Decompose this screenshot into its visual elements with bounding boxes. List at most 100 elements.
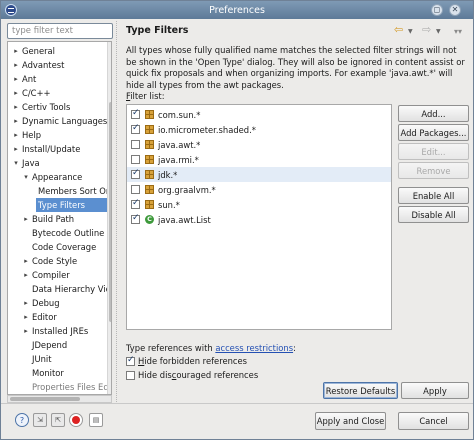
enable-all-button[interactable]: Enable All bbox=[398, 187, 469, 204]
access-restrictions-line: Type references with access restrictions… bbox=[126, 343, 296, 353]
filter-row[interactable]: io.micrometer.shaded.* bbox=[127, 122, 391, 137]
hide-forbidden-option[interactable]: Hide forbidden references bbox=[126, 355, 247, 366]
view-menu-icon[interactable]: ▾▾ bbox=[454, 26, 462, 38]
filter-input[interactable] bbox=[7, 23, 113, 39]
scrollbar-thumb[interactable] bbox=[10, 397, 80, 401]
tree-item-properties-files-editor[interactable]: Properties Files Editor bbox=[32, 380, 111, 394]
tree-item-monitor[interactable]: Monitor bbox=[32, 366, 111, 380]
add-button[interactable]: Add... bbox=[398, 105, 469, 122]
eclipse-icon bbox=[5, 4, 17, 16]
expand-arrow-icon[interactable]: ▸ bbox=[12, 75, 20, 83]
tree-item-help[interactable]: ▸ Help bbox=[12, 128, 111, 142]
filter-row[interactable]: java.rmi.* bbox=[127, 152, 391, 167]
forward-arrow-icon[interactable]: ⇨ bbox=[422, 24, 431, 36]
hide-discouraged-option[interactable]: Hide dis c ouraged references bbox=[126, 370, 258, 380]
maximize-icon[interactable]: ◻ bbox=[431, 4, 443, 16]
access-restrictions-link[interactable]: access restrictions bbox=[215, 343, 293, 353]
scrollbar-thumb[interactable] bbox=[109, 102, 111, 322]
filter-checkbox[interactable] bbox=[131, 185, 140, 194]
tree-item-members-sort-order[interactable]: Members Sort Order bbox=[38, 184, 111, 198]
filter-row[interactable]: org.graalvm.* bbox=[127, 182, 391, 197]
back-arrow-icon[interactable]: ⇦ bbox=[394, 24, 403, 36]
apply-and-close-button[interactable]: Apply and Close bbox=[315, 412, 386, 430]
tree-item-jdepend[interactable]: JDepend bbox=[32, 338, 111, 352]
export-icon[interactable]: ⇱ bbox=[51, 413, 65, 427]
restore-defaults-button[interactable]: Restore Defaults bbox=[323, 382, 398, 399]
add-packages-button[interactable]: Add Packages... bbox=[398, 124, 469, 141]
package-icon bbox=[145, 155, 154, 164]
filter-name: com.sun.* bbox=[158, 109, 201, 120]
expand-arrow-icon[interactable]: ▸ bbox=[12, 117, 20, 125]
filter-checkbox[interactable] bbox=[131, 108, 140, 119]
tree-item-cpp[interactable]: ▸ C/C++ bbox=[12, 86, 111, 100]
help-icon[interactable]: ? bbox=[15, 413, 29, 427]
import-icon[interactable]: ⇲ bbox=[33, 413, 47, 427]
tree-item-code-coverage[interactable]: Code Coverage bbox=[32, 240, 111, 254]
filter-row[interactable]: com.sun.* bbox=[127, 107, 391, 122]
filter-row[interactable]: java.awt.* bbox=[127, 137, 391, 152]
expand-arrow-icon[interactable]: ▸ bbox=[22, 313, 30, 321]
panel-sash[interactable] bbox=[116, 21, 119, 404]
tree-item-data-hierarchy-view[interactable]: Data Hierarchy View bbox=[32, 282, 111, 296]
tree-item-appearance[interactable]: ▾ Appearance bbox=[22, 170, 111, 184]
filter-checkbox[interactable] bbox=[131, 198, 140, 209]
apply-button[interactable]: Apply bbox=[401, 382, 469, 399]
expand-arrow-icon[interactable]: ▸ bbox=[12, 103, 20, 111]
tree-item-code-style[interactable]: ▸ Code Style bbox=[22, 254, 111, 268]
tree-item-ant[interactable]: ▸ Ant bbox=[12, 72, 111, 86]
tree-vertical-scrollbar[interactable] bbox=[107, 42, 111, 394]
expand-arrow-icon[interactable]: ▸ bbox=[22, 215, 30, 223]
tree-item-junit[interactable]: JUnit bbox=[32, 352, 111, 366]
edit-button[interactable]: Edit... bbox=[398, 143, 469, 160]
tree-item-type-filters[interactable]: Type Filters bbox=[36, 198, 111, 212]
tree-horizontal-scrollbar[interactable] bbox=[7, 395, 112, 403]
filter-row[interactable]: sun.* bbox=[127, 197, 391, 212]
back-dropdown-icon[interactable]: ▼ bbox=[408, 28, 413, 35]
expand-arrow-icon[interactable]: ▸ bbox=[12, 89, 20, 97]
filter-checkbox[interactable] bbox=[131, 168, 140, 179]
expand-arrow-icon[interactable]: ▸ bbox=[22, 257, 30, 265]
tree-item-advantest[interactable]: ▸ Advantest bbox=[12, 58, 111, 72]
expand-arrow-icon[interactable]: ▸ bbox=[22, 299, 30, 307]
tree-item-label: Java bbox=[22, 158, 40, 168]
forward-dropdown-icon[interactable]: ▼ bbox=[436, 28, 441, 35]
filter-checkbox[interactable] bbox=[131, 155, 140, 164]
expand-arrow-icon[interactable]: ▸ bbox=[12, 61, 20, 69]
package-icon bbox=[145, 200, 154, 209]
expand-arrow-icon[interactable]: ▸ bbox=[12, 47, 20, 55]
tree-item-java[interactable]: ▾ Java bbox=[12, 156, 111, 170]
tree-item-installed-jres[interactable]: ▸ Installed JREs bbox=[22, 324, 111, 338]
disable-all-button[interactable]: Disable All bbox=[398, 206, 469, 223]
tree-item-build-path[interactable]: ▸ Build Path bbox=[22, 212, 111, 226]
tree-item-certiv-tools[interactable]: ▸ Certiv Tools bbox=[12, 100, 111, 114]
restrictions-suffix: : bbox=[293, 343, 296, 353]
filter-checkbox[interactable] bbox=[131, 140, 140, 149]
expand-arrow-icon[interactable]: ▸ bbox=[12, 131, 20, 139]
tree-item-general[interactable]: ▸ General bbox=[12, 44, 111, 58]
tree-item-debug[interactable]: ▸ Debug bbox=[22, 296, 111, 310]
filter-checkbox[interactable] bbox=[131, 123, 140, 134]
expand-arrow-icon[interactable]: ▸ bbox=[22, 271, 30, 279]
tree-item-install-update[interactable]: ▸ Install/Update bbox=[12, 142, 111, 156]
hide-forbidden-checkbox[interactable] bbox=[126, 355, 135, 366]
expand-arrow-icon[interactable]: ▸ bbox=[12, 145, 20, 153]
filter-row[interactable]: jdk.* bbox=[127, 167, 391, 182]
tree-item-compiler[interactable]: ▸ Compiler bbox=[22, 268, 111, 282]
filter-checkbox[interactable] bbox=[131, 213, 140, 224]
tree-item-label: Properties Files Editor bbox=[32, 382, 111, 392]
record-icon[interactable] bbox=[69, 413, 83, 427]
tree-item-editor[interactable]: ▸ Editor bbox=[22, 310, 111, 324]
open-file-icon[interactable]: ▤ bbox=[89, 413, 103, 427]
tree-item-dynamic-languages[interactable]: ▸ Dynamic Languages bbox=[12, 114, 111, 128]
tree-item-label: Editor bbox=[32, 312, 57, 322]
collapse-arrow-icon[interactable]: ▾ bbox=[12, 159, 20, 167]
tree-item-bytecode-outline[interactable]: Bytecode Outline bbox=[32, 226, 111, 240]
close-icon[interactable]: ✕ bbox=[449, 4, 461, 16]
remove-button[interactable]: Remove bbox=[398, 162, 469, 179]
collapse-arrow-icon[interactable]: ▾ bbox=[22, 173, 30, 181]
filter-row[interactable]: Cjava.awt.List bbox=[127, 212, 391, 227]
expand-arrow-icon[interactable]: ▸ bbox=[22, 327, 30, 335]
cancel-button[interactable]: Cancel bbox=[398, 412, 469, 430]
tree-item-label: Ant bbox=[22, 74, 37, 84]
hide-discouraged-checkbox[interactable] bbox=[126, 370, 135, 380]
